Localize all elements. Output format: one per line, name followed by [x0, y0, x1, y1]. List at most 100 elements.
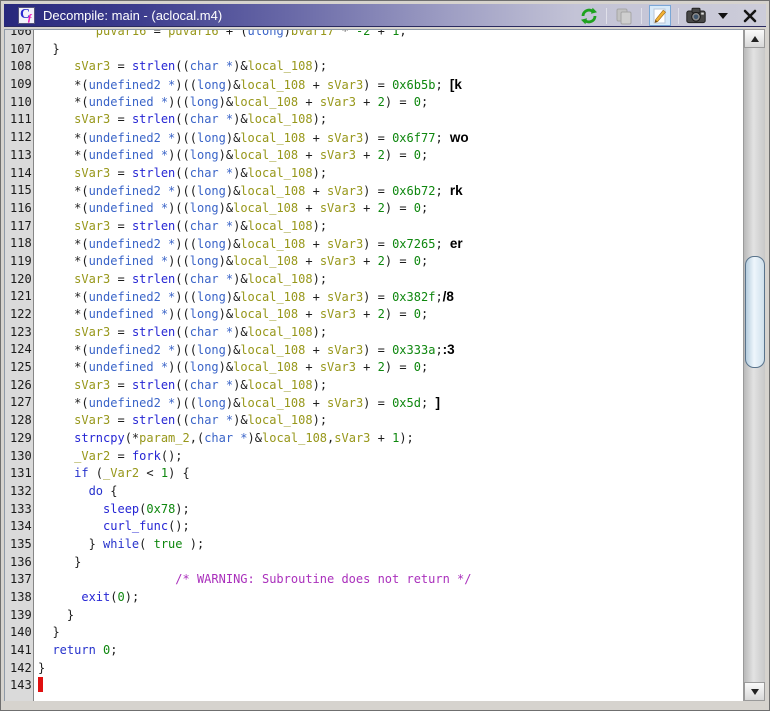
line-number: 116 — [10, 200, 32, 215]
line-number: 110 — [10, 94, 32, 109]
code-text[interactable]: *(undefined2 *)((long)&local_108 + sVar3… — [35, 394, 440, 412]
line-number: 130 — [10, 448, 32, 463]
code-line[interactable]: 130 _Var2 = fork(); — [5, 448, 743, 466]
code-line[interactable]: 116 *(undefined *)((long)&local_108 + sV… — [5, 200, 743, 218]
code-text[interactable]: sVar3 = strlen((char *)&local_108); — [35, 165, 327, 183]
title-bar[interactable]: Cƒ Decompile: main - (aclocal.m4) — [4, 4, 766, 27]
code-text[interactable]: if (_Var2 < 1) { — [35, 465, 190, 483]
decompiler-code-panel[interactable]: 106 puVar16 = puVar16 + (ulong)bVar17 * … — [4, 29, 743, 701]
code-line[interactable]: 128 sVar3 = strlen((char *)&local_108); — [5, 412, 743, 430]
code-line[interactable]: 142} — [5, 660, 743, 678]
code-line[interactable]: 111 sVar3 = strlen((char *)&local_108); — [5, 111, 743, 129]
scrollbar-thumb[interactable] — [744, 256, 765, 368]
code-text[interactable]: } — [35, 660, 45, 678]
code-line[interactable]: 137 /* WARNING: Subroutine does not retu… — [5, 571, 743, 589]
code-line[interactable]: 124 *(undefined2 *)((long)&local_108 + s… — [5, 341, 743, 359]
code-text[interactable]: *(undefined2 *)((long)&local_108 + sVar3… — [35, 129, 469, 147]
code-text[interactable]: return 0; — [35, 642, 117, 660]
code-text[interactable]: do { — [35, 483, 118, 501]
code-text[interactable]: sVar3 = strlen((char *)&local_108); — [35, 412, 327, 430]
code-line[interactable]: 140 } — [5, 624, 743, 642]
code-text[interactable]: strncpy(*param_2,(char *)&local_108,sVar… — [35, 430, 414, 448]
line-number: 133 — [10, 501, 32, 516]
code-text[interactable]: } — [35, 41, 59, 59]
code-text[interactable]: _Var2 = fork(); — [35, 448, 182, 466]
panel-menu-button[interactable] — [713, 6, 733, 26]
copy-button-disabled[interactable] — [614, 6, 634, 26]
snapshot-button[interactable] — [686, 6, 706, 26]
code-line[interactable]: 131 if (_Var2 < 1) { — [5, 465, 743, 483]
code-line[interactable]: 134 curl_func(); — [5, 518, 743, 536]
code-line[interactable]: 126 sVar3 = strlen((char *)&local_108); — [5, 377, 743, 395]
code-line[interactable]: 120 sVar3 = strlen((char *)&local_108); — [5, 271, 743, 289]
code-line[interactable]: 114 sVar3 = strlen((char *)&local_108); — [5, 165, 743, 183]
code-line[interactable]: 123 sVar3 = strlen((char *)&local_108); — [5, 324, 743, 342]
code-line[interactable]: 136 } — [5, 554, 743, 572]
code-line[interactable]: 132 do { — [5, 483, 743, 501]
code-text[interactable]: } — [35, 554, 81, 572]
code-text[interactable]: exit(0); — [35, 589, 139, 607]
code-text[interactable] — [35, 677, 43, 695]
code-text[interactable]: sVar3 = strlen((char *)&local_108); — [35, 58, 327, 76]
code-text[interactable]: /* WARNING: Subroutine does not return *… — [35, 571, 471, 589]
scroll-up-button[interactable] — [744, 29, 765, 48]
code-line[interactable]: 122 *(undefined *)((long)&local_108 + sV… — [5, 306, 743, 324]
code-line[interactable]: 141 return 0; — [5, 642, 743, 660]
code-text[interactable]: sVar3 = strlen((char *)&local_108); — [35, 218, 327, 236]
vertical-scrollbar[interactable] — [743, 29, 765, 701]
code-text[interactable]: *(undefined *)((long)&local_108 + sVar3 … — [35, 359, 428, 377]
line-number: 113 — [10, 147, 32, 162]
code-text[interactable]: sVar3 = strlen((char *)&local_108); — [35, 377, 327, 395]
line-number: 107 — [10, 41, 32, 56]
code-line[interactable]: 119 *(undefined *)((long)&local_108 + sV… — [5, 253, 743, 271]
code-text[interactable]: } while( true ); — [35, 536, 205, 554]
code-line[interactable]: 118 *(undefined2 *)((long)&local_108 + s… — [5, 235, 743, 253]
refresh-icon — [581, 7, 597, 24]
code-text[interactable]: *(undefined2 *)((long)&local_108 + sVar3… — [35, 235, 463, 253]
code-text[interactable]: } — [35, 607, 74, 625]
code-text[interactable]: puVar16 = puVar16 + (ulong)bVar17 * -2 +… — [35, 30, 407, 41]
code-line[interactable]: 112 *(undefined2 *)((long)&local_108 + s… — [5, 129, 743, 147]
code-text[interactable]: sleep(0x78); — [35, 501, 190, 519]
code-line[interactable]: 127 *(undefined2 *)((long)&local_108 + s… — [5, 394, 743, 412]
code-line[interactable]: 110 *(undefined *)((long)&local_108 + sV… — [5, 94, 743, 112]
code-text[interactable]: *(undefined2 *)((long)&local_108 + sVar3… — [35, 341, 455, 359]
code-line[interactable]: 129 strncpy(*param_2,(char *)&local_108,… — [5, 430, 743, 448]
code-line[interactable]: 115 *(undefined2 *)((long)&local_108 + s… — [5, 182, 743, 200]
line-number: 124 — [10, 342, 32, 357]
code-text[interactable]: } — [35, 624, 59, 642]
code-text[interactable]: *(undefined *)((long)&local_108 + sVar3 … — [35, 147, 428, 165]
code-text[interactable]: sVar3 = strlen((char *)&local_108); — [35, 111, 327, 129]
code-text[interactable]: *(undefined *)((long)&local_108 + sVar3 … — [35, 253, 428, 271]
code-line[interactable]: 139 } — [5, 607, 743, 625]
code-line[interactable]: 121 *(undefined2 *)((long)&local_108 + s… — [5, 288, 743, 306]
code-text[interactable]: *(undefined2 *)((long)&local_108 + sVar3… — [35, 182, 463, 200]
code-text[interactable]: *(undefined *)((long)&local_108 + sVar3 … — [35, 306, 428, 324]
close-button[interactable] — [740, 6, 760, 26]
code-text[interactable]: *(undefined2 *)((long)&local_108 + sVar3… — [35, 288, 454, 306]
code-line[interactable]: 135 } while( true ); — [5, 536, 743, 554]
refresh-button[interactable] — [579, 6, 599, 26]
code-line[interactable]: 109 *(undefined2 *)((long)&local_108 + s… — [5, 76, 743, 94]
code-text[interactable]: sVar3 = strlen((char *)&local_108); — [35, 271, 327, 289]
code-line[interactable]: 108 sVar3 = strlen((char *)&local_108); — [5, 58, 743, 76]
code-text[interactable]: *(undefined *)((long)&local_108 + sVar3 … — [35, 200, 428, 218]
code-text[interactable]: *(undefined *)((long)&local_108 + sVar3 … — [35, 94, 428, 112]
line-number: 132 — [10, 483, 32, 498]
code-text[interactable]: *(undefined2 *)((long)&local_108 + sVar3… — [35, 76, 462, 94]
code-line[interactable]: 138 exit(0); — [5, 589, 743, 607]
edit-pencil-icon — [653, 8, 667, 23]
code-text[interactable]: sVar3 = strlen((char *)&local_108); — [35, 324, 327, 342]
scroll-down-button[interactable] — [744, 682, 765, 701]
decompile-window: Cƒ Decompile: main - (aclocal.m4) 106 pu… — [0, 0, 770, 711]
code-line[interactable]: 117 sVar3 = strlen((char *)&local_108); — [5, 218, 743, 236]
code-line[interactable]: 133 sleep(0x78); — [5, 501, 743, 519]
code-line[interactable]: 113 *(undefined *)((long)&local_108 + sV… — [5, 147, 743, 165]
code-text[interactable]: curl_func(); — [35, 518, 190, 536]
code-line[interactable]: 107 } — [5, 41, 743, 59]
edit-button[interactable] — [649, 5, 671, 26]
code-line[interactable]: 143 — [5, 677, 743, 695]
line-number: 109 — [10, 77, 32, 92]
code-line[interactable]: 106 puVar16 = puVar16 + (ulong)bVar17 * … — [5, 30, 743, 41]
code-line[interactable]: 125 *(undefined *)((long)&local_108 + sV… — [5, 359, 743, 377]
